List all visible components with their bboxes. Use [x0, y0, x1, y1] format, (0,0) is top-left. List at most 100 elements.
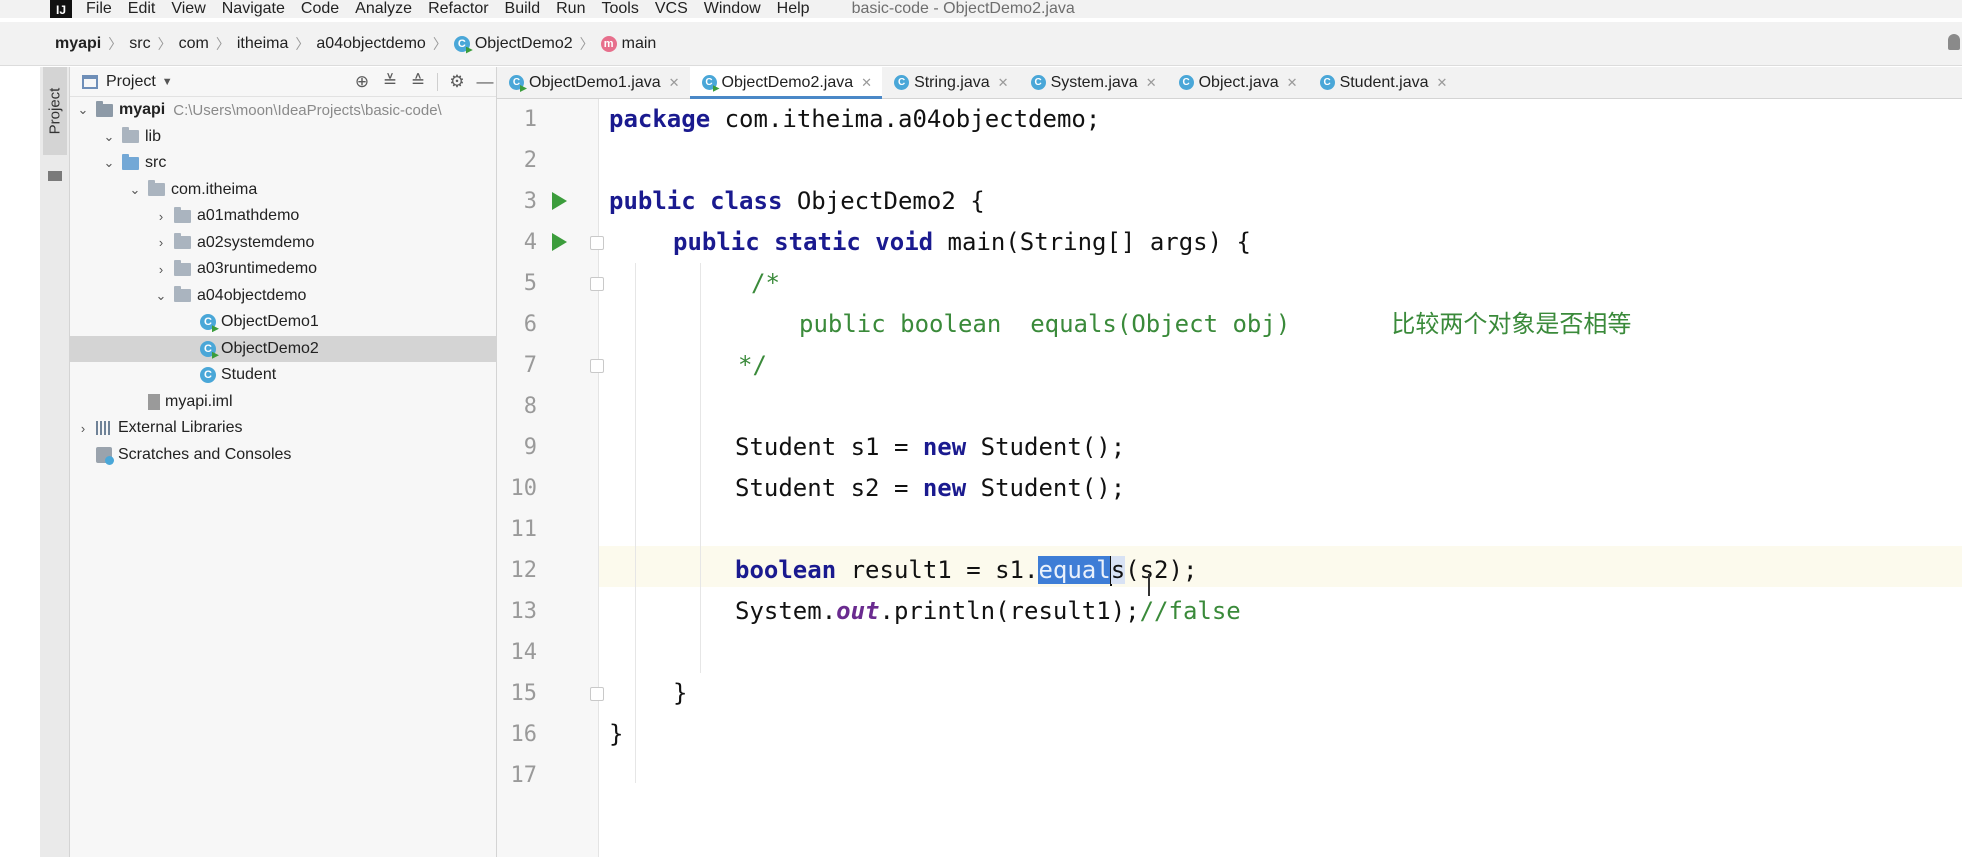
line-number: 8: [523, 394, 537, 419]
run-main-icon[interactable]: [552, 233, 567, 251]
tree-item-com-itheima[interactable]: ⌄ com.itheima: [70, 177, 496, 204]
tree-item-a02systemdemo[interactable]: › a02systemdemo: [70, 230, 496, 257]
selected-text-tail[interactable]: s: [1110, 556, 1126, 584]
chevron-right-icon[interactable]: ›: [154, 262, 168, 277]
menu-view[interactable]: View: [171, 0, 205, 18]
class-icon: C: [1319, 75, 1335, 90]
code-line-3: public class ObjectDemo2 {: [609, 181, 985, 222]
menu-run[interactable]: Run: [556, 0, 585, 18]
tree-item-label: a01mathdemo: [197, 207, 300, 225]
tab-objectdemo2[interactable]: C ObjectDemo2.java ✕: [689, 67, 883, 99]
tree-item-label: Scratches and Consoles: [118, 445, 292, 463]
breadcrumb-item-itheima[interactable]: itheima: [237, 35, 289, 53]
tree-item-a03runtimedemo[interactable]: › a03runtimedemo: [70, 256, 496, 283]
intellij-logo-icon: IJ: [50, 0, 72, 18]
package-icon: [174, 233, 191, 250]
project-view-selector[interactable]: Project: [106, 73, 156, 91]
hide-panel-icon[interactable]: —: [474, 71, 496, 93]
breadcrumb-item-a04objectdemo[interactable]: a04objectdemo: [316, 35, 425, 53]
tree-item-external-libraries[interactable]: › External Libraries: [70, 415, 496, 442]
close-icon[interactable]: ✕: [669, 75, 680, 91]
user-icon[interactable]: [1948, 34, 1960, 50]
project-panel: Project ▼ ⊕ ≚ ≙ ⚙ — ⌄ myapi C:\Users\moo…: [70, 67, 497, 857]
tab-student[interactable]: C Student.java ✕: [1308, 67, 1458, 98]
fold-icon[interactable]: [590, 236, 604, 250]
breadcrumb-item-myapi[interactable]: myapi: [55, 35, 101, 53]
menu-analyze[interactable]: Analyze: [355, 0, 412, 18]
code-line-5: /*: [751, 269, 780, 297]
tree-item-objectdemo1[interactable]: › C ObjectDemo1: [70, 309, 496, 336]
tree-item-label: Student: [221, 366, 277, 384]
method-icon: m: [600, 35, 617, 52]
project-tool-window-tab[interactable]: Project: [43, 67, 67, 155]
breadcrumb-item-objectdemo2[interactable]: C ObjectDemo2: [453, 35, 573, 53]
locate-file-icon[interactable]: ⊕: [351, 71, 373, 93]
code-text: ObjectDemo2 {: [782, 187, 985, 215]
breadcrumb-item-src[interactable]: src: [129, 35, 150, 53]
menu-help[interactable]: Help: [777, 0, 810, 18]
fold-icon[interactable]: [590, 359, 604, 373]
tree-item-label: a02systemdemo: [197, 233, 315, 251]
close-icon[interactable]: ✕: [1287, 75, 1298, 91]
breadcrumb-item-com[interactable]: com: [179, 35, 209, 53]
tree-item-myapi[interactable]: ⌄ myapi C:\Users\moon\IdeaProjects\basic…: [70, 97, 496, 124]
runnable-class-icon: C: [509, 75, 524, 90]
close-icon[interactable]: ✕: [861, 75, 872, 91]
menu-refactor[interactable]: Refactor: [428, 0, 488, 18]
menu-code[interactable]: Code: [301, 0, 339, 18]
close-icon[interactable]: ✕: [998, 75, 1009, 91]
menu-tools[interactable]: Tools: [601, 0, 638, 18]
chevron-right-icon[interactable]: ›: [154, 209, 168, 224]
expand-all-icon[interactable]: ≚: [379, 71, 401, 93]
line-number: 3: [523, 189, 537, 214]
chevron-right-icon[interactable]: ›: [154, 235, 168, 250]
breadcrumb-item-main[interactable]: m main: [600, 35, 656, 53]
menu-navigate[interactable]: Navigate: [222, 0, 285, 18]
chevron-down-icon[interactable]: ⌄: [102, 129, 116, 145]
menu-window[interactable]: Window: [704, 0, 761, 18]
close-icon[interactable]: ✕: [1437, 75, 1448, 91]
tab-label: Object.java: [1198, 73, 1279, 91]
chevron-down-icon[interactable]: ⌄: [76, 102, 90, 118]
menu-build[interactable]: Build: [505, 0, 541, 18]
chevron-down-icon[interactable]: ⌄: [102, 155, 116, 171]
tree-item-myapi-iml[interactable]: › myapi.iml: [70, 389, 496, 416]
tree-item-src[interactable]: ⌄ src: [70, 150, 496, 177]
chevron-down-icon[interactable]: ▼: [162, 76, 173, 88]
breadcrumb-separator-icon: 〉: [157, 35, 172, 52]
mouse-pointer-icon: [1148, 574, 1162, 596]
tree-item-label: ObjectDemo2: [221, 339, 319, 357]
chevron-right-icon[interactable]: ›: [76, 421, 90, 436]
tree-item-student[interactable]: › C Student: [70, 362, 496, 389]
code-line-7: */: [738, 351, 767, 379]
code-text: Student s2 =: [735, 474, 923, 502]
line-number: 2: [523, 148, 537, 173]
tree-item-lib[interactable]: ⌄ lib: [70, 124, 496, 151]
chevron-down-icon[interactable]: ⌄: [128, 182, 142, 198]
tab-objectdemo1[interactable]: C ObjectDemo1.java ✕: [497, 67, 690, 98]
menu-file[interactable]: File: [86, 0, 112, 18]
tool-strip-label: Project: [46, 87, 64, 135]
tree-item-objectdemo2[interactable]: › C ObjectDemo2: [70, 335, 496, 362]
chevron-down-icon[interactable]: ⌄: [154, 288, 168, 304]
selected-text[interactable]: equal: [1038, 556, 1111, 584]
menu-vcs[interactable]: VCS: [655, 0, 688, 18]
fold-icon[interactable]: [590, 277, 604, 291]
collapse-all-icon[interactable]: ≙: [407, 71, 429, 93]
close-icon[interactable]: ✕: [1146, 75, 1157, 91]
tree-item-scratches[interactable]: › Scratches and Consoles: [70, 442, 496, 469]
tab-object[interactable]: C Object.java ✕: [1167, 67, 1308, 98]
tab-system[interactable]: C System.java ✕: [1019, 67, 1167, 98]
module-path: C:\Users\moon\IdeaProjects\basic-code\: [173, 101, 442, 119]
gear-icon[interactable]: ⚙: [446, 71, 468, 93]
run-class-icon[interactable]: [552, 192, 567, 210]
tree-item-a01mathdemo[interactable]: › a01mathdemo: [70, 203, 496, 230]
editor-tabs: C ObjectDemo1.java ✕ C ObjectDemo2.java …: [497, 67, 1962, 99]
tree-item-a04objectdemo[interactable]: ⌄ a04objectdemo: [70, 283, 496, 310]
code-editor[interactable]: 1 2 3 4 5 6 7 8 9 10 11 12 13 14 15 16 1…: [497, 99, 1962, 857]
menu-edit[interactable]: Edit: [128, 0, 156, 18]
breadcrumb-separator-icon: 〉: [215, 35, 230, 52]
tab-string[interactable]: C String.java ✕: [882, 67, 1019, 98]
code-line-13: System.out.println(result1);//false: [735, 591, 1241, 632]
fold-icon[interactable]: [590, 687, 604, 701]
